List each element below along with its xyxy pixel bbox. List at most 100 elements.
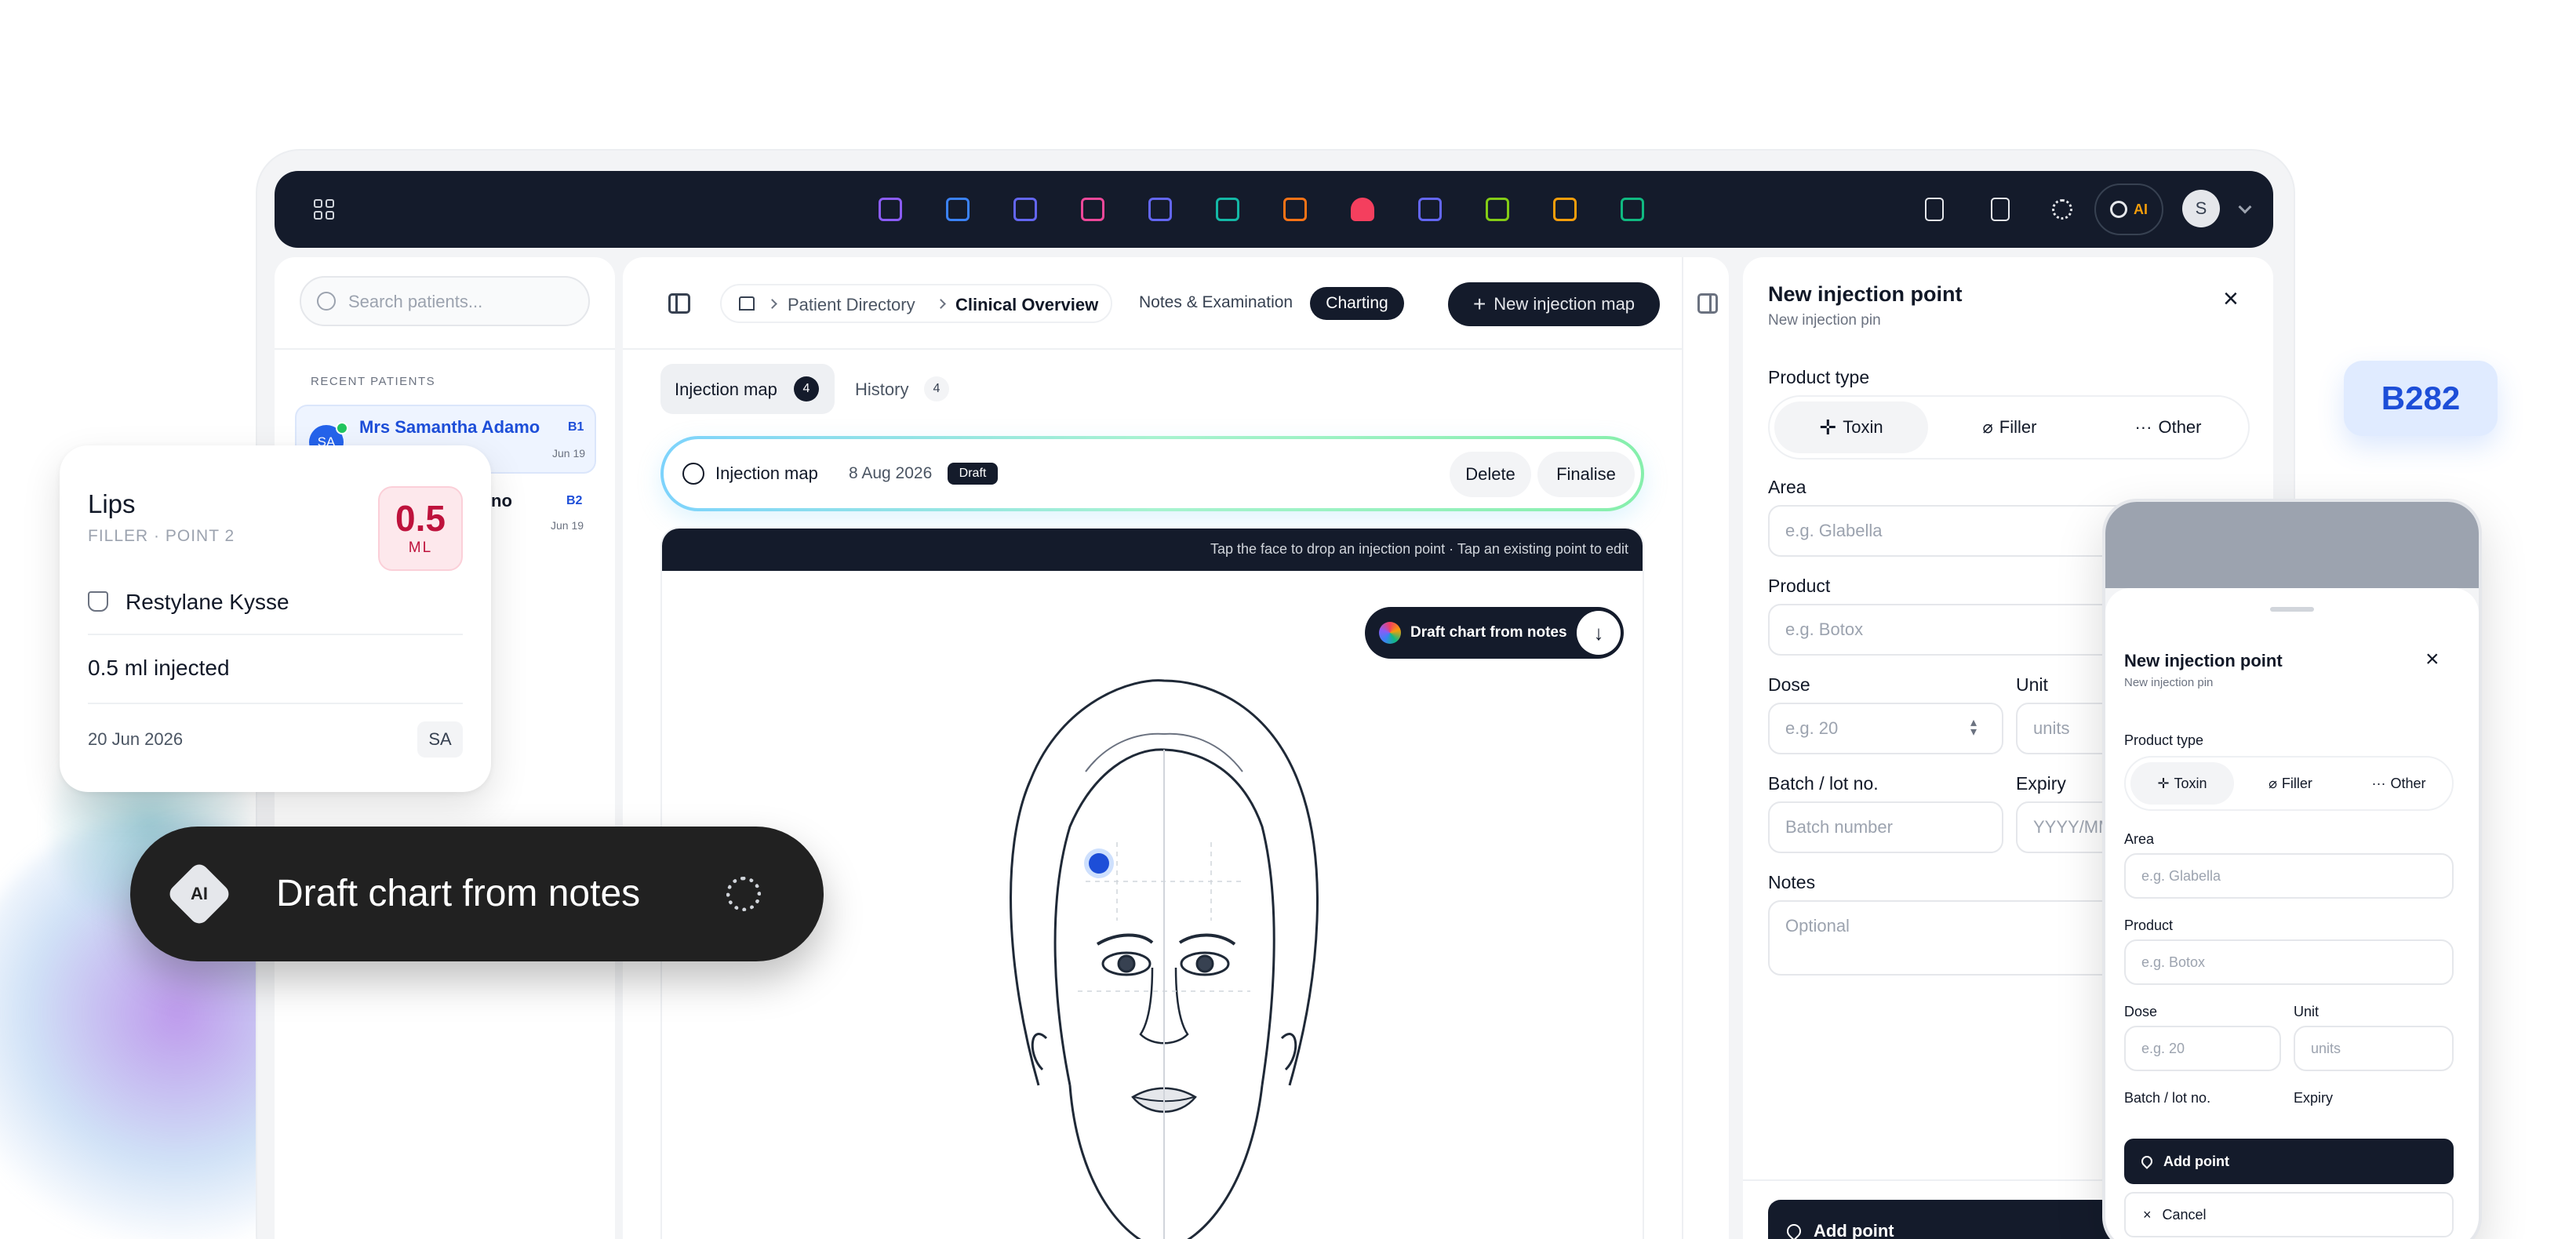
chevron-down-icon[interactable] bbox=[2238, 200, 2252, 214]
mobile-type-toxin[interactable]: ✛ Toxin bbox=[2130, 762, 2234, 805]
plus-icon: + bbox=[1472, 292, 1486, 316]
folder-icon[interactable] bbox=[946, 198, 970, 221]
search-icon bbox=[317, 292, 336, 311]
patient-badge: B1 bbox=[568, 420, 584, 434]
card-subtitle: FILLER · POINT 2 bbox=[88, 527, 235, 545]
tab-charting[interactable]: Charting bbox=[1310, 287, 1404, 320]
copy-icon[interactable] bbox=[1081, 198, 1104, 221]
clipboard-check-icon[interactable] bbox=[1925, 198, 1944, 221]
more-icon: ··· bbox=[2371, 775, 2386, 791]
batch-input[interactable]: Batch number bbox=[1768, 801, 2003, 853]
sidebar-toggle-icon[interactable] bbox=[668, 293, 690, 314]
edit-icon[interactable] bbox=[1013, 198, 1037, 221]
type-filler[interactable]: ⌀ Filler bbox=[1933, 401, 2087, 453]
mobile-type-filler[interactable]: ⌀ Filler bbox=[2239, 762, 2342, 805]
mobile-sheet: New injection point New injection pin × … bbox=[2105, 588, 2479, 1239]
sun-icon[interactable] bbox=[2052, 199, 2072, 220]
patient-date: Jun 19 bbox=[551, 519, 584, 532]
type-toxin[interactable]: ✛ Toxin bbox=[1774, 401, 1928, 453]
search-icon bbox=[2110, 201, 2127, 218]
ai-sparkle-icon bbox=[1379, 622, 1401, 644]
map-title: Injection map bbox=[715, 463, 818, 483]
stepper-icon[interactable]: ▴ ▾ bbox=[1970, 717, 1977, 739]
dose-input[interactable]: e.g. 20 bbox=[1768, 703, 2003, 754]
chevron-right-icon bbox=[767, 299, 777, 309]
chevron-right-icon bbox=[936, 299, 946, 309]
send-icon[interactable] bbox=[1148, 198, 1172, 221]
new-map-label: New injection map bbox=[1494, 294, 1635, 314]
face-diagram bbox=[1010, 679, 1319, 1239]
calendar-icon[interactable] bbox=[1418, 198, 1442, 221]
mobile-type-other[interactable]: ··· Other bbox=[2347, 762, 2450, 805]
clipboard-list-icon[interactable] bbox=[1991, 198, 2010, 221]
close-icon[interactable]: × bbox=[2223, 285, 2239, 312]
ai-search-button[interactable]: AI bbox=[2094, 183, 2163, 235]
mobile-unit-label: Unit bbox=[2294, 1004, 2319, 1019]
finalise-button[interactable]: Finalise bbox=[1537, 452, 1635, 497]
presentation-icon[interactable] bbox=[879, 198, 902, 221]
check-circle-icon bbox=[682, 463, 704, 485]
pin-icon bbox=[2139, 1154, 2155, 1169]
type-other[interactable]: ··· Other bbox=[2091, 401, 2245, 453]
mobile-cancel-button[interactable]: × Cancel bbox=[2124, 1192, 2454, 1237]
card-injected: 0.5 ml injected bbox=[88, 656, 230, 680]
droplet-icon: ⌀ bbox=[1982, 417, 1993, 437]
tab-history[interactable]: History 4 bbox=[855, 364, 996, 414]
app-grid-icon[interactable] bbox=[314, 199, 334, 220]
product-type-selector: ✛ Toxin ⌀ Filler ··· Other bbox=[1768, 395, 2250, 460]
breadcrumb-patient-directory[interactable]: Patient Directory bbox=[788, 295, 915, 315]
injection-map-card: Injection map 8 Aug 2026 Draft Delete Fi… bbox=[660, 436, 1644, 511]
breadcrumb-clinical-overview[interactable]: Clinical Overview bbox=[955, 295, 1098, 315]
archive-icon[interactable] bbox=[1553, 198, 1577, 221]
home-icon[interactable] bbox=[739, 296, 755, 311]
droplet-icon: ⌀ bbox=[2269, 775, 2277, 791]
draft-chart-button[interactable]: Draft chart from notes ↓ bbox=[1365, 607, 1624, 659]
area-label: Area bbox=[1768, 477, 1806, 497]
injection-point-marker[interactable] bbox=[1089, 853, 1109, 874]
mobile-batch-label: Batch / lot no. bbox=[2124, 1090, 2211, 1106]
close-icon: × bbox=[2143, 1206, 2152, 1223]
product-type-label: Product type bbox=[1768, 367, 1870, 387]
patient-date: Jun 19 bbox=[552, 447, 586, 460]
charting-main: Patient Directory Clinical Overview Note… bbox=[623, 257, 1729, 1239]
patient-name: Mrs Samantha Adamo bbox=[359, 417, 540, 437]
new-injection-map-button[interactable]: + New injection map bbox=[1448, 282, 1660, 326]
section-label: RECENT PATIENTS bbox=[311, 375, 436, 388]
expiry-label: Expiry bbox=[2016, 773, 2066, 794]
book-icon[interactable] bbox=[1216, 198, 1239, 221]
tab-notes-examination[interactable]: Notes & Examination bbox=[1139, 293, 1293, 312]
mobile-product-label: Product bbox=[2124, 917, 2174, 933]
mobile-add-point-label: Add point bbox=[2163, 1153, 2229, 1169]
mobile-add-point-button[interactable]: Add point bbox=[2124, 1139, 2454, 1184]
search-input[interactable]: Search patients... bbox=[300, 276, 590, 326]
mobile-dose-label: Dose bbox=[2124, 1004, 2158, 1019]
notes-label: Notes bbox=[1768, 872, 1816, 892]
tab-injection-map[interactable]: Injection map 4 bbox=[660, 364, 835, 414]
close-icon[interactable]: × bbox=[2425, 648, 2440, 671]
money-icon[interactable] bbox=[1621, 198, 1644, 221]
truck-icon[interactable] bbox=[1486, 198, 1509, 221]
mobile-dose-input[interactable]: e.g. 20 bbox=[2124, 1026, 2281, 1071]
divider bbox=[275, 348, 615, 350]
mobile-dim-overlay bbox=[2105, 502, 2479, 588]
mobile-area-input[interactable]: e.g. Glabella bbox=[2124, 853, 2454, 899]
patient-badge: B2 bbox=[566, 494, 583, 507]
panel-toggle-icon[interactable] bbox=[1697, 293, 1718, 314]
chart-icon[interactable] bbox=[1283, 198, 1307, 221]
mobile-unit-input[interactable]: units bbox=[2294, 1026, 2454, 1071]
draft-chart-pill[interactable]: AI Draft chart from notes bbox=[130, 827, 824, 961]
mobile-product-type-label: Product type bbox=[2124, 732, 2204, 748]
sheet-handle[interactable] bbox=[2270, 607, 2314, 612]
injection-detail-card[interactable]: Lips FILLER · POINT 2 0.5 ML Restylane K… bbox=[60, 445, 491, 792]
avatar[interactable]: S bbox=[2182, 190, 2220, 227]
divider bbox=[88, 703, 463, 704]
breadcrumb: Patient Directory Clinical Overview bbox=[720, 284, 1112, 323]
more-icon: ··· bbox=[2134, 417, 2152, 437]
heart-icon[interactable] bbox=[1351, 198, 1374, 221]
mobile-product-input[interactable]: e.g. Botox bbox=[2124, 939, 2454, 985]
flask-icon bbox=[88, 591, 108, 612]
delete-button[interactable]: Delete bbox=[1450, 452, 1531, 497]
card-initials: SA bbox=[417, 721, 463, 758]
draft-chart-pill-label: Draft chart from notes bbox=[276, 873, 641, 914]
panel-subtitle: New injection pin bbox=[1768, 312, 1881, 329]
